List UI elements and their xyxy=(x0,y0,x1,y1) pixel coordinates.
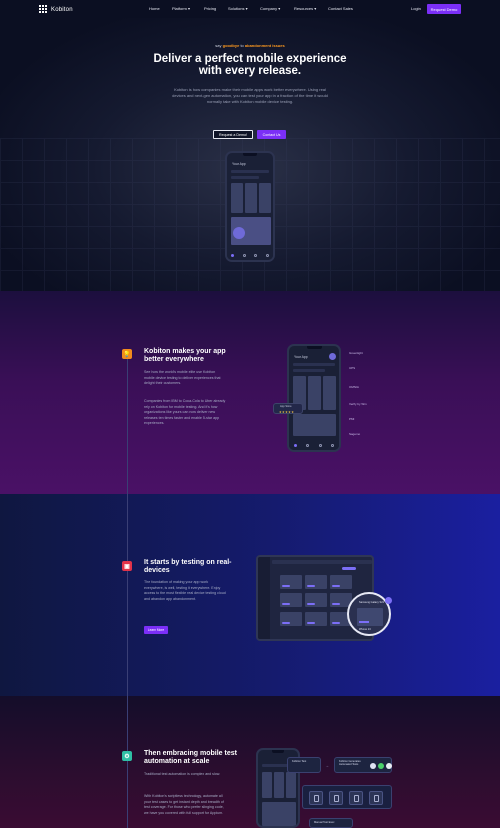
real-devices-para: The foundation of making your app work e… xyxy=(144,580,226,601)
better-everywhere-section xyxy=(0,291,500,494)
nav-platform[interactable]: Platform ▾ xyxy=(172,6,190,11)
learn-more-button[interactable]: Learn More xyxy=(144,626,168,634)
phone-app-title: Your App xyxy=(232,162,246,166)
manual-test-exec-chip: Manual Test Exec xyxy=(309,818,353,828)
phone-app-title: Your App xyxy=(294,355,308,359)
automation-title: Then embracing mobile test automation at… xyxy=(144,750,237,765)
magnifier-badge-icon xyxy=(385,597,392,604)
hero-title: Deliver a perfect mobile experience with… xyxy=(153,53,347,77)
better-everywhere-title: Kobiton makes your app better everywhere xyxy=(144,348,226,363)
kobiton-logo-icon xyxy=(39,5,48,14)
section-phone-mockup: Your App xyxy=(287,344,341,452)
nav-home[interactable]: Home xyxy=(149,6,160,11)
dashboard-sidebar xyxy=(258,557,270,639)
device-cards-panel xyxy=(302,785,392,809)
nav-pricing[interactable]: Pricing xyxy=(204,6,216,11)
auto-generate-chip: Kobiton Generates Automated Tests xyxy=(334,757,392,773)
real-devices-section xyxy=(0,494,500,696)
hero-description: Kobiton is how companies make their mobi… xyxy=(172,87,328,105)
automation-para1: Traditional test automation is complex a… xyxy=(144,772,221,776)
top-navbar: Kobiton Home Platform ▾ Pricing Solution… xyxy=(0,0,500,18)
nav-resources[interactable]: Resources ▾ xyxy=(294,6,316,11)
star-rating: ★★★★★ xyxy=(279,410,295,414)
phone-dock xyxy=(227,250,273,260)
automation-para2: With Kobiton's scriptless technology, au… xyxy=(144,794,224,815)
real-devices-title: It starts by testing on real-devices xyxy=(144,559,232,574)
automation-icon: ⚙ xyxy=(122,751,132,761)
hero-phone-mockup: Your App xyxy=(225,151,275,262)
request-a-demo-button[interactable]: Request a Demo! xyxy=(213,130,253,139)
customer-logo: Greenlight xyxy=(349,351,363,355)
contact-us-button[interactable]: Contact Us xyxy=(257,130,286,139)
customer-logo: Sagemo xyxy=(349,432,361,436)
customer-logo: Verify by Wm xyxy=(349,402,367,406)
timeline-line xyxy=(127,696,128,828)
nav-contact-sales[interactable]: Contact Sales xyxy=(328,6,353,11)
arrow-right-icon: → xyxy=(325,763,329,768)
device-icon: ▣ xyxy=(122,561,132,571)
test-automation-section xyxy=(0,696,500,828)
brand-logo[interactable]: Kobiton xyxy=(39,5,73,14)
nav-solutions[interactable]: Solutions ▾ xyxy=(228,6,248,11)
app-store-rating-card: App Store ★★★★★ xyxy=(273,403,303,414)
customer-logo: OMNIA xyxy=(349,385,359,389)
better-everywhere-para2: Companies from IBM to Coca-Cola to Uber … xyxy=(144,399,226,426)
kobiton-test-chip: Kobiton Test xyxy=(287,757,321,773)
nav-company[interactable]: Company ▾ xyxy=(260,6,280,11)
request-demo-button[interactable]: Request Demo xyxy=(427,4,461,14)
better-everywhere-para1: See how the world's mobile elite use Kob… xyxy=(144,370,221,386)
brand-name: Kobiton xyxy=(51,6,73,13)
hero-eyebrow: say goodbye to abandonment issues xyxy=(215,43,285,48)
login-link[interactable]: Login xyxy=(411,6,421,11)
lightbulb-icon: 💡 xyxy=(122,349,132,359)
customer-logo: UPS xyxy=(349,366,356,370)
customer-logo: PMI xyxy=(349,417,355,421)
